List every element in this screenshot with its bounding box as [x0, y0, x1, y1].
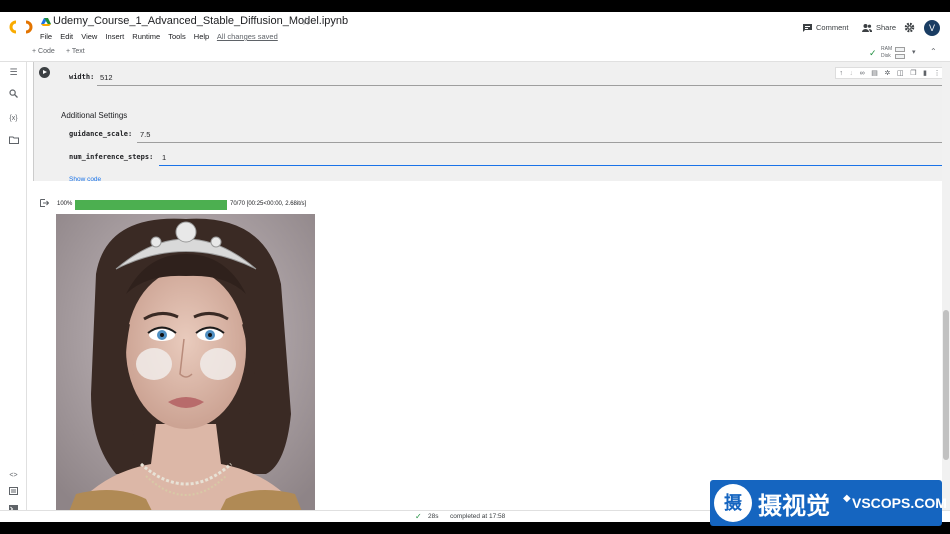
save-status[interactable]: All changes saved	[217, 32, 278, 41]
comment-icon	[803, 23, 812, 32]
vertical-scrollbar[interactable]	[942, 62, 950, 510]
input-underline	[137, 142, 944, 143]
search-icon[interactable]	[7, 89, 20, 102]
disk-meter	[895, 54, 905, 59]
run-cell-icon[interactable]	[39, 67, 50, 78]
drive-icon	[41, 18, 51, 26]
progress-info: 70/70 [00:25<00:00, 2.68it/s]	[230, 201, 307, 207]
comment-button[interactable]: Comment	[803, 23, 849, 32]
menu-file[interactable]: File	[40, 32, 52, 41]
menu-view[interactable]: View	[81, 32, 97, 41]
comment-label: Comment	[816, 23, 849, 32]
guidance-scale-field: guidance_scale: 7.5	[69, 129, 944, 143]
show-code-link[interactable]: Show code	[69, 176, 101, 183]
variables-icon[interactable]: {x}	[7, 112, 20, 125]
chevron-down-icon[interactable]: ▾	[912, 48, 916, 56]
num-inference-steps-label: num_inference_steps:	[69, 153, 154, 161]
watermark-logo: 摄	[714, 484, 752, 522]
generated-portrait-image	[56, 214, 315, 510]
connected-check-icon: ✓	[869, 48, 877, 58]
width-field: width: 512	[69, 72, 944, 86]
command-palette-icon[interactable]	[7, 486, 20, 499]
ram-label: RAM	[881, 46, 893, 52]
colab-window: Udemy_Course_1_Advanced_Stable_Diffusion…	[0, 12, 950, 522]
notebook-toolbar: + Code + Text ✓ RAM Disk ▾ ⌃	[0, 44, 950, 62]
menu-help[interactable]: Help	[194, 32, 209, 41]
guidance-scale-input[interactable]: 7.5	[140, 130, 150, 139]
folder-icon[interactable]	[7, 135, 20, 148]
notebook-content: ↑ ↓ ∞ ▤ ✲ ◫ ❐ ▮ ⋮ width: 512 Additional …	[28, 62, 950, 510]
elapsed-time[interactable]: 28s	[428, 513, 438, 520]
watermark-separator-icon: ◆	[843, 493, 851, 504]
num-inference-steps-field: num_inference_steps: 1	[69, 152, 944, 166]
progress-fill	[75, 200, 227, 210]
share-label: Share	[876, 23, 897, 32]
people-icon	[862, 23, 872, 32]
section-title: Additional Settings	[61, 111, 128, 120]
width-label: width:	[69, 73, 95, 81]
ram-meter	[895, 47, 905, 52]
form-cell[interactable]: ↑ ↓ ∞ ▤ ✲ ◫ ❐ ▮ ⋮ width: 512 Additional …	[33, 62, 945, 183]
watermark-logo-char: 摄	[724, 493, 742, 513]
check-icon: ✓	[415, 512, 422, 521]
star-icon[interactable]: ☆	[301, 15, 311, 28]
gear-icon[interactable]	[904, 22, 915, 33]
scrollbar-thumb[interactable]	[943, 310, 949, 460]
add-code-button[interactable]: + Code	[32, 48, 55, 55]
guidance-scale-label: guidance_scale:	[69, 130, 133, 138]
progress-bar	[75, 200, 227, 210]
ram-disk-indicator[interactable]: ✓ RAM Disk	[869, 45, 909, 61]
input-underline	[97, 85, 944, 86]
colab-logo-icon[interactable]	[9, 19, 33, 35]
avatar[interactable]: V	[924, 20, 940, 36]
output-icon[interactable]	[40, 199, 50, 207]
code-snippets-icon[interactable]: <>	[7, 469, 20, 482]
menubar: File Edit View Insert Runtime Tools Help…	[40, 32, 284, 41]
num-inference-steps-input[interactable]: 1	[162, 153, 166, 162]
menu-runtime[interactable]: Runtime	[132, 32, 160, 41]
table-of-contents-icon[interactable]: ☰	[7, 66, 20, 79]
share-button[interactable]: Share	[862, 23, 896, 32]
watermark-en-text: VSCOPS.COM	[852, 495, 947, 511]
completed-status[interactable]: completed at 17:58	[450, 513, 505, 520]
progress-row: 100% 70/70 [00:25<00:00, 2.68it/s]	[57, 199, 457, 211]
disk-label: Disk	[881, 53, 891, 59]
watermark: 摄 摄视觉 ◆ VSCOPS.COM	[710, 480, 947, 526]
watermark-cn-text: 摄视觉	[758, 492, 830, 520]
input-underline-focused	[159, 164, 944, 166]
progress-percent: 100%	[57, 201, 73, 207]
add-text-button[interactable]: + Text	[66, 48, 85, 55]
left-sidebar: ☰ {x} <>	[0, 62, 27, 513]
header: Udemy_Course_1_Advanced_Stable_Diffusion…	[0, 12, 950, 44]
menu-edit[interactable]: Edit	[60, 32, 73, 41]
width-input[interactable]: 512	[100, 73, 113, 82]
chevron-up-icon[interactable]: ⌃	[930, 47, 937, 56]
menu-tools[interactable]: Tools	[168, 32, 186, 41]
menu-insert[interactable]: Insert	[105, 32, 124, 41]
